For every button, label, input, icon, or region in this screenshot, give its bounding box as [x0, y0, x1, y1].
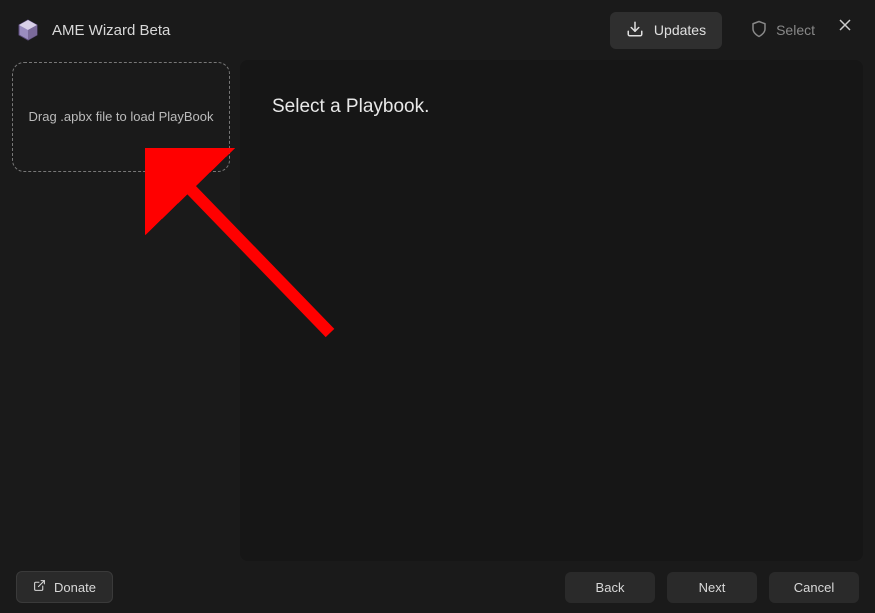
content-area: Drag .apbx file to load PlayBook Select … [0, 60, 875, 561]
titlebar: AME Wizard Beta Updates Select [0, 0, 875, 60]
close-icon [839, 18, 851, 34]
app-logo-icon [16, 18, 40, 42]
updates-button[interactable]: Updates [610, 12, 722, 49]
donate-label: Donate [54, 580, 96, 595]
close-button[interactable] [831, 12, 859, 40]
updates-icon [626, 20, 644, 41]
sidebar: Drag .apbx file to load PlayBook [12, 60, 230, 561]
main-panel: Select a Playbook. [240, 60, 863, 561]
main-heading: Select a Playbook. [272, 96, 831, 118]
footer: Donate Back Next Cancel [0, 561, 875, 613]
back-button[interactable]: Back [565, 572, 655, 603]
dropzone-label: Drag .apbx file to load PlayBook [29, 107, 214, 127]
titlebar-actions: Updates Select [610, 12, 827, 49]
cancel-label: Cancel [794, 580, 834, 595]
next-label: Next [699, 580, 726, 595]
donate-button[interactable]: Donate [16, 571, 113, 603]
select-label: Select [776, 22, 815, 38]
app-title: AME Wizard Beta [52, 22, 598, 39]
cancel-button[interactable]: Cancel [769, 572, 859, 603]
select-button: Select [738, 12, 827, 49]
next-button[interactable]: Next [667, 572, 757, 603]
playbook-drop-zone[interactable]: Drag .apbx file to load PlayBook [12, 62, 230, 172]
back-label: Back [596, 580, 625, 595]
shield-icon [750, 20, 768, 41]
external-link-icon [33, 579, 46, 595]
updates-label: Updates [654, 22, 706, 38]
